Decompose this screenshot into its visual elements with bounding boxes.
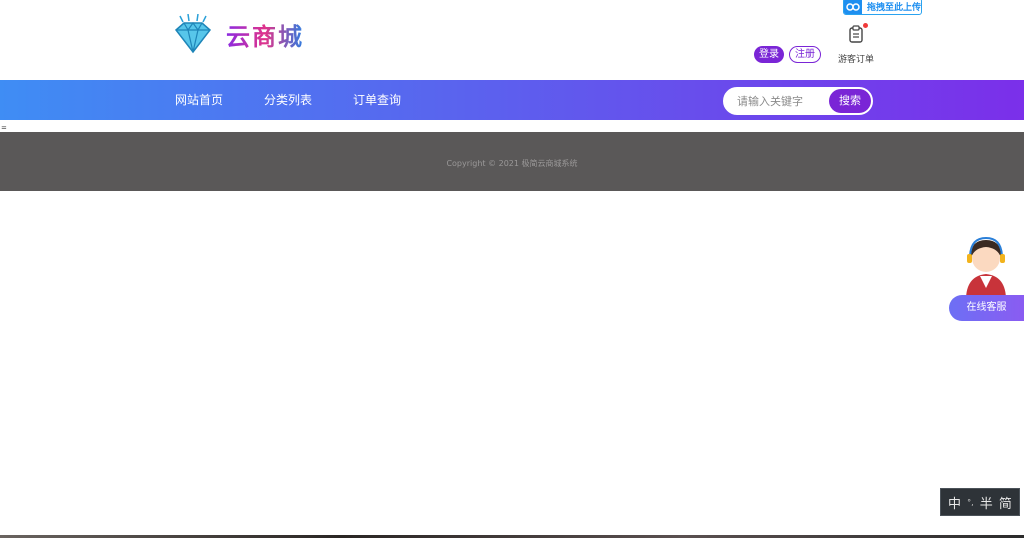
stray-text: = (1, 124, 7, 132)
drag-upload-label: 拖拽至此上传 (866, 3, 921, 13)
notification-dot (863, 23, 868, 28)
ime-punctuation-toggle[interactable]: °, (967, 498, 974, 507)
ime-width-toggle[interactable]: 半 (980, 493, 993, 512)
nav-item-order-query[interactable]: 订单查询 (353, 80, 401, 120)
logo-text: 云商城 (226, 17, 304, 52)
drag-upload-badge[interactable]: 拖拽至此上传 (843, 0, 922, 15)
copyright-text: Copyright © 2021 极简云商城系统 (446, 159, 578, 168)
login-button[interactable]: 登录 (754, 46, 784, 63)
page-root: 云商城 拖拽至此上传 登录 注册 游客订单 网站首页 分类列表 订单查询 请输入… (0, 0, 1024, 538)
customer-service-avatar-icon[interactable] (958, 230, 1014, 300)
site-header: 云商城 拖拽至此上传 登录 注册 游客订单 (0, 0, 1024, 80)
ime-toolbar: 中 °, 半 简 (940, 488, 1020, 516)
search-box: 搜索 (723, 87, 873, 115)
ime-script-toggle[interactable]: 简 (999, 493, 1012, 512)
guest-orders-label[interactable]: 游客订单 (838, 52, 874, 65)
search-button[interactable]: 搜索 (829, 89, 871, 113)
nav-item-home[interactable]: 网站首页 (175, 80, 223, 120)
ime-language-toggle[interactable]: 中 (948, 493, 961, 512)
clipboard-order-icon[interactable] (848, 25, 864, 43)
site-logo[interactable]: 云商城 (170, 14, 304, 54)
search-input[interactable] (737, 91, 837, 111)
register-button[interactable]: 注册 (789, 46, 821, 63)
baidu-paw-icon (844, 0, 862, 14)
nav-item-categories[interactable]: 分类列表 (264, 80, 312, 120)
online-service-button[interactable]: 在线客服 (949, 295, 1024, 321)
site-footer: Copyright © 2021 极简云商城系统 (0, 132, 1024, 191)
diamond-logo-icon (174, 14, 212, 54)
